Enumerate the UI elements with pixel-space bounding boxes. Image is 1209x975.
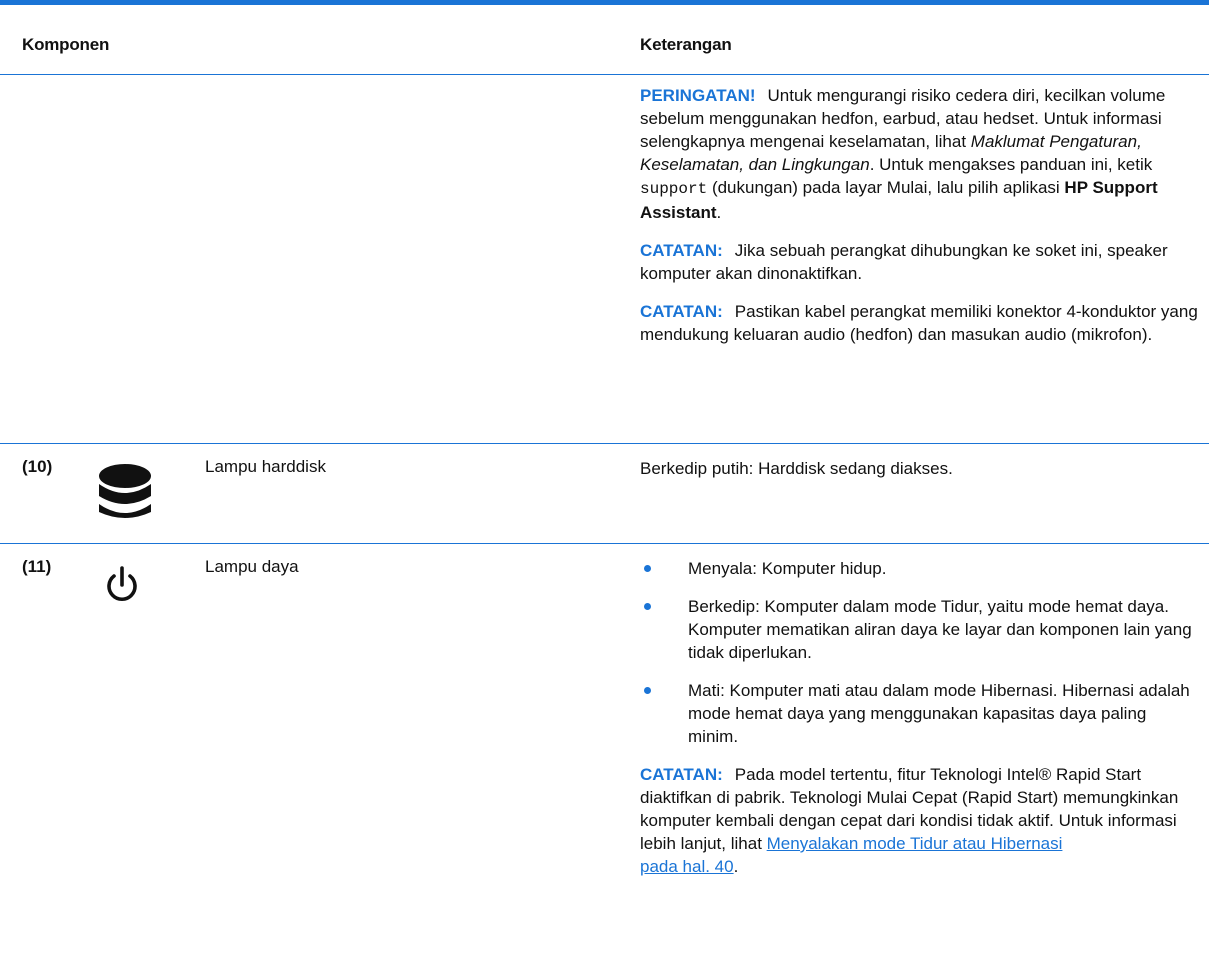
command-text: support <box>640 180 708 198</box>
table-header: Komponen Keterangan <box>0 5 1209 75</box>
cross-reference-link[interactable]: Menyalakan mode Tidur atau Hibernasi <box>767 834 1063 853</box>
row-number: (10) <box>22 457 53 476</box>
note-paragraph: CATATAN: Pastikan kabel perangkat memilik… <box>640 302 1198 344</box>
bullet-icon <box>644 603 651 610</box>
column-header-component: Komponen <box>22 35 110 54</box>
power-icon <box>105 565 139 610</box>
hard-drive-icon <box>96 462 154 527</box>
component-description: Menyala: Komputer hidup. Berkedip: Kompu… <box>640 557 1200 893</box>
status-list: Menyala: Komputer hidup. Berkedip: Kompu… <box>640 557 1200 748</box>
component-name: Lampu harddisk <box>205 457 326 476</box>
audio-jack-description: PERINGATAN! Untuk mengurangi risiko ceder… <box>640 84 1200 361</box>
row-divider <box>0 443 1209 444</box>
bullet-icon <box>644 565 651 572</box>
note-label: CATATAN: <box>640 241 723 260</box>
component-description: Berkedip putih: Harddisk sedang diakses. <box>640 459 953 478</box>
note-label: CATATAN: <box>640 302 723 321</box>
row-number: (11) <box>22 557 52 576</box>
row-divider <box>0 543 1209 544</box>
note-label: CATATAN: <box>640 765 723 784</box>
list-item: Menyala: Komputer hidup. <box>640 557 1200 580</box>
list-item: Berkedip: Komputer dalam mode Tidur, yai… <box>640 595 1200 664</box>
bullet-icon <box>644 687 651 694</box>
note-paragraph: CATATAN: Jika sebuah perangkat dihubungka… <box>640 241 1168 283</box>
note-paragraph: CATATAN: Pada model tertentu, fitur Tekno… <box>640 765 1179 876</box>
component-name: Lampu daya <box>205 557 299 576</box>
header-divider <box>0 74 1209 75</box>
page-reference-link[interactable]: pada hal. 40 <box>640 857 734 876</box>
warning-label: PERINGATAN! <box>640 86 756 105</box>
warning-paragraph: PERINGATAN! Untuk mengurangi risiko ceder… <box>640 86 1166 222</box>
column-header-description: Keterangan <box>640 35 732 54</box>
list-item: Mati: Komputer mati atau dalam mode Hibe… <box>640 679 1200 748</box>
